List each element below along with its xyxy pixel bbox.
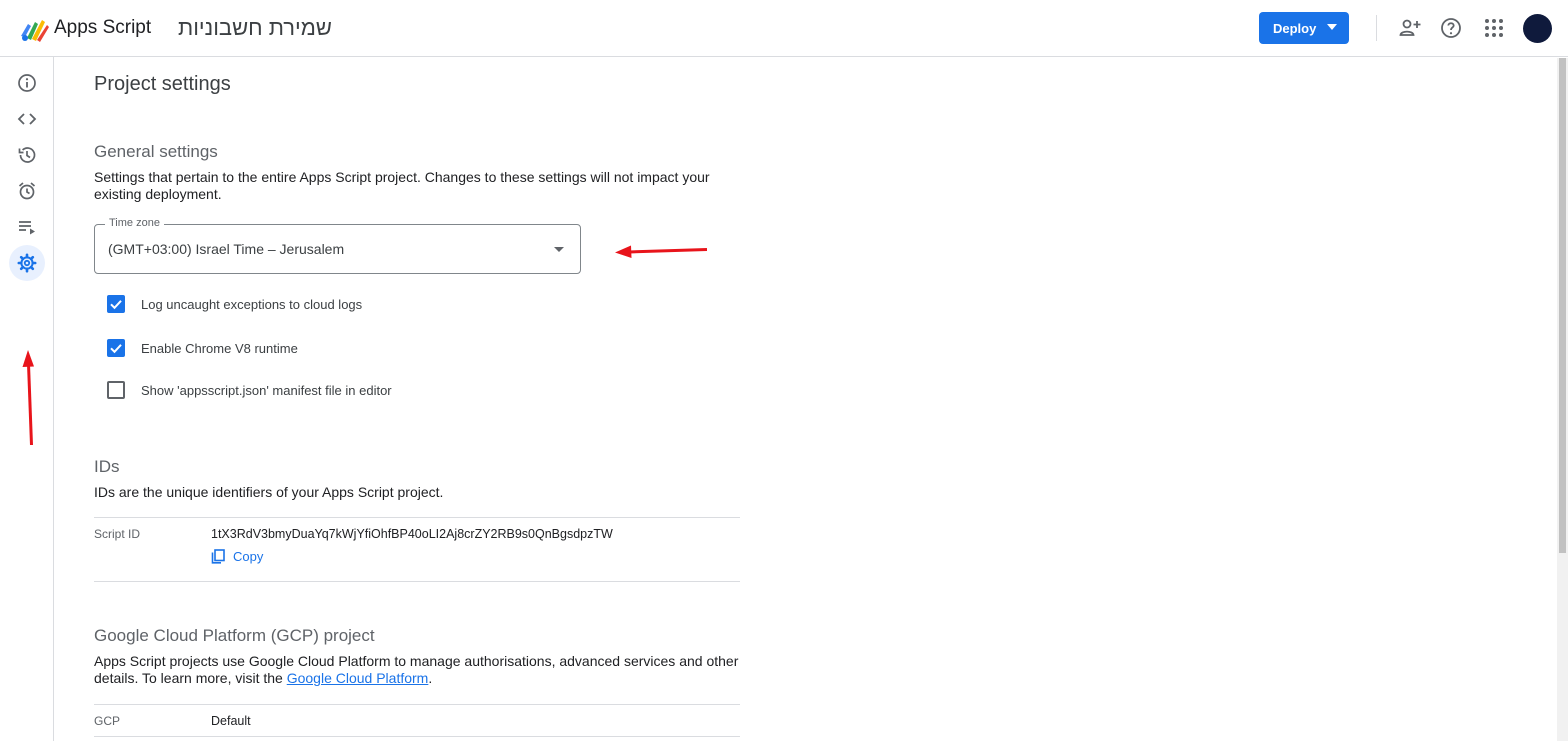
app-name: Apps Script	[54, 17, 152, 38]
top-bar: Apps Script שמירת חשבוניות Deploy	[0, 0, 1568, 57]
gear-icon	[17, 253, 37, 273]
gcp-title: Google Cloud Platform (GCP) project	[94, 626, 375, 645]
time-zone-label: Time zone	[105, 217, 164, 229]
show-manifest-checkbox[interactable]	[107, 381, 125, 399]
divider	[94, 517, 740, 518]
sidebar-item-triggers[interactable]	[9, 173, 45, 209]
time-zone-value: (GMT+03:00) Israel Time – Jerusalem	[108, 241, 345, 257]
general-settings-title: General settings	[94, 142, 218, 161]
show-manifest-label: Show 'appsscript.json' manifest file in …	[141, 382, 392, 398]
left-sidebar	[0, 57, 54, 741]
scrollbar[interactable]	[1557, 58, 1568, 741]
script-id-value: 1tX3RdV3bmyDuaYq7kWjYfiOhfBP40oLI2Aj8crZ…	[211, 527, 613, 541]
apps-grid-icon[interactable]	[1482, 16, 1506, 40]
time-zone-select[interactable]: Time zone (GMT+03:00) Israel Time – Jeru…	[94, 217, 581, 274]
checkmark-icon	[110, 300, 122, 310]
toolbar-divider	[1376, 15, 1377, 41]
chrome-v8-option: Enable Chrome V8 runtime	[107, 338, 298, 358]
script-id-label: Script ID	[94, 527, 141, 541]
divider	[94, 704, 740, 705]
sidebar-item-overview[interactable]	[9, 65, 45, 101]
project-name[interactable]: שמירת חשבוניות	[178, 15, 332, 41]
gcp-description: Apps Script projects use Google Cloud Pl…	[94, 653, 744, 687]
gcp-value: Default	[211, 714, 251, 728]
sidebar-item-project-settings[interactable]	[9, 245, 45, 281]
history-icon	[18, 147, 36, 163]
copy-label: Copy	[233, 549, 264, 564]
divider	[94, 581, 740, 582]
sidebar-item-executions-list[interactable]	[9, 209, 45, 245]
annotation-arrow-left	[615, 245, 707, 258]
copy-script-id-button[interactable]: Copy	[211, 549, 263, 564]
alarm-icon	[18, 182, 36, 200]
gcp-label: GCP	[94, 714, 121, 728]
info-icon	[18, 74, 36, 92]
chrome-v8-checkbox[interactable]	[107, 339, 125, 357]
divider	[94, 736, 740, 737]
ids-description: IDs are the unique identifiers of your A…	[94, 484, 444, 500]
copy-icon	[211, 549, 225, 564]
caret-down-icon	[554, 247, 564, 252]
account-avatar[interactable]	[1523, 14, 1552, 43]
deploy-button-label: Deploy	[1273, 20, 1317, 36]
log-exceptions-option: Log uncaught exceptions to cloud logs	[107, 294, 362, 314]
help-icon[interactable]	[1439, 16, 1463, 40]
scrollbar-thumb[interactable]	[1559, 58, 1566, 553]
gcp-link[interactable]: Google Cloud Platform	[287, 670, 429, 686]
sidebar-item-editor[interactable]	[9, 101, 45, 137]
log-exceptions-label: Log uncaught exceptions to cloud logs	[141, 296, 363, 312]
page-title: Project settings	[94, 73, 231, 95]
settings-panel: Project settings General settings Settin…	[55, 58, 1555, 741]
deploy-button[interactable]: Deploy	[1259, 12, 1349, 44]
show-manifest-option: Show 'appsscript.json' manifest file in …	[107, 380, 392, 400]
caret-down-icon	[1327, 24, 1337, 30]
playlist-icon	[19, 221, 35, 235]
chrome-v8-label: Enable Chrome V8 runtime	[141, 340, 298, 356]
general-settings-description: Settings that pertain to the entire Apps…	[94, 169, 710, 202]
log-exceptions-checkbox[interactable]	[107, 295, 125, 313]
sidebar-item-executions[interactable]	[9, 137, 45, 173]
gcp-description-end: .	[428, 670, 433, 686]
apps-script-logo-icon[interactable]	[19, 16, 49, 42]
add-person-icon[interactable]	[1398, 16, 1422, 40]
ids-title: IDs	[94, 457, 120, 476]
annotation-arrow-up	[22, 350, 34, 445]
checkmark-icon	[110, 344, 122, 354]
code-icon	[17, 113, 37, 125]
